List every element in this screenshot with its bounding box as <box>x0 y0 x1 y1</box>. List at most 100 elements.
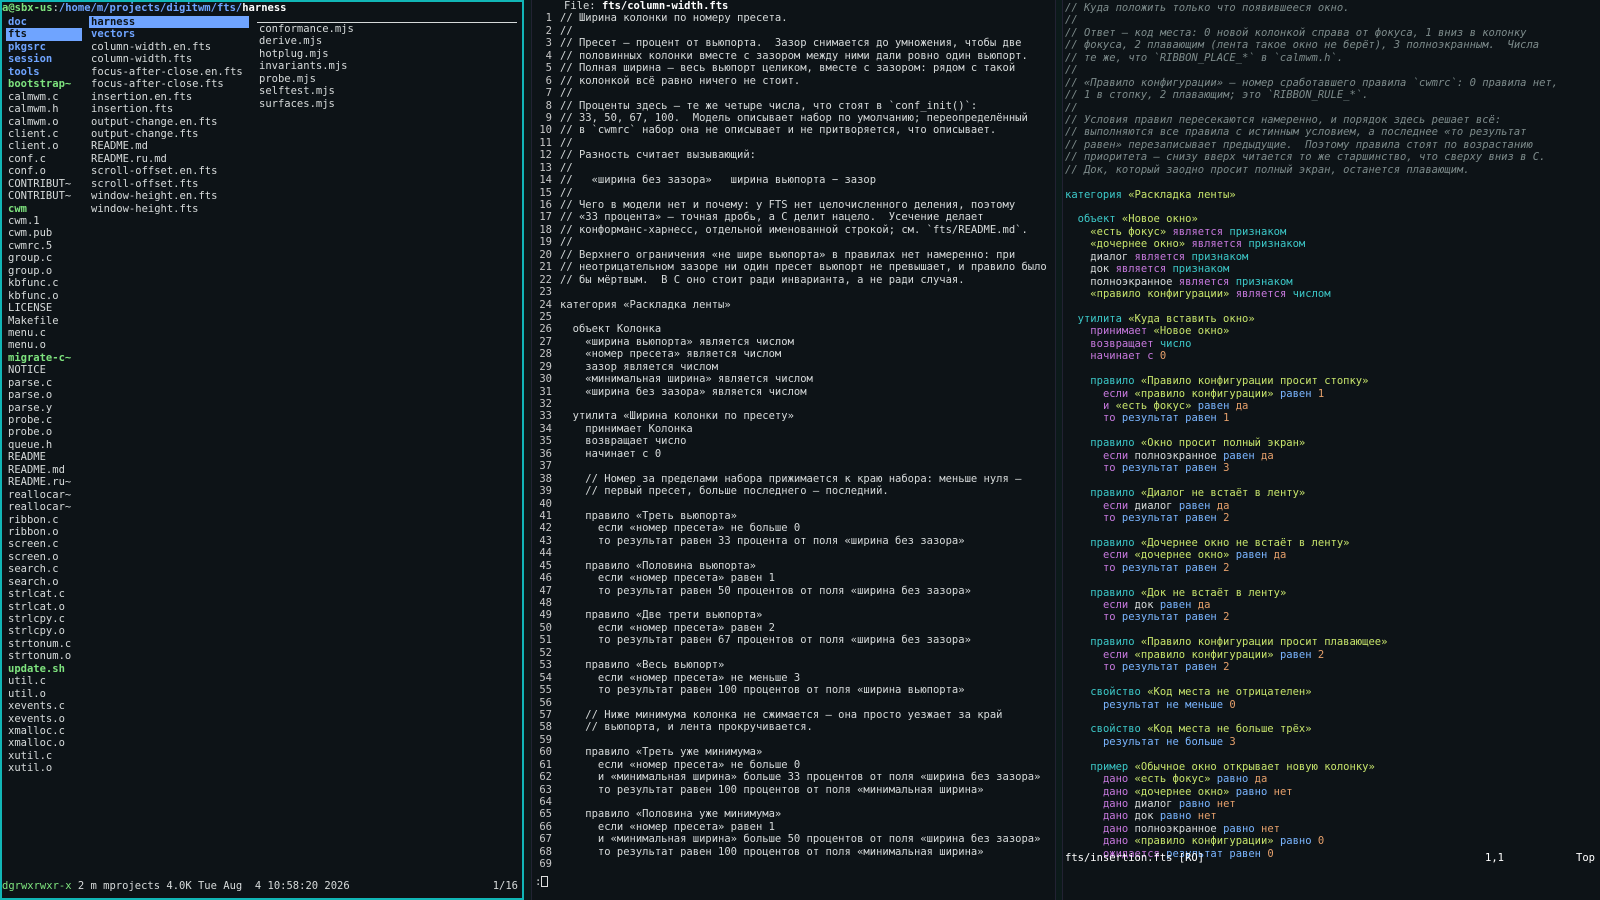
preview-dir-list[interactable]: conformance.mjs derive.mjs hotplug.mjs inva… <box>257 22 517 110</box>
file-entry[interactable]: focus-after-close.en.fts <box>89 66 249 78</box>
file-entry[interactable]: README.ru.md <box>89 153 249 165</box>
file-entry[interactable]: ribbon.o <box>6 526 82 538</box>
file-entry[interactable]: harness <box>89 16 249 29</box>
file-entry[interactable]: CONTRIBUT~ <box>6 178 82 190</box>
file-entry[interactable]: scroll-offset.fts <box>89 178 249 190</box>
file-entry[interactable]: menu.o <box>6 339 82 351</box>
file-entry[interactable]: calmwm.c <box>6 91 82 103</box>
file-entry[interactable]: column-width.fts <box>89 53 249 65</box>
file-entry[interactable]: CONTRIBUT~ <box>6 190 82 202</box>
file-entry[interactable]: README.md <box>89 140 249 152</box>
file-entry[interactable]: pkgsrc <box>6 41 82 53</box>
file-entry[interactable]: calmwm.o <box>6 116 82 128</box>
file-entry[interactable]: Makefile <box>6 315 82 327</box>
file-entry[interactable]: reallocar~ <box>6 489 82 501</box>
viewer-line: 20 // Верхнего ограничения «не шире вьюпо… <box>532 249 1047 261</box>
line-number: 1 <box>545 12 552 25</box>
file-entry[interactable]: cwm.pub <box>6 227 82 239</box>
file-entry[interactable]: column-width.en.fts <box>89 41 249 53</box>
file-entry[interactable]: strlcpy.o <box>6 625 82 637</box>
file-entry[interactable]: probe.c <box>6 414 82 426</box>
file-entry[interactable]: window-height.en.fts <box>89 190 249 202</box>
file-entry[interactable]: parse.c <box>6 377 82 389</box>
file-entry[interactable]: cwm.1 <box>6 215 82 227</box>
file-entry[interactable]: xutil.c <box>6 750 82 762</box>
token: то <box>1102 611 1122 624</box>
file-entry[interactable]: cwmrc.5 <box>6 240 82 252</box>
file-entry[interactable]: cwm <box>6 203 82 215</box>
file-entry[interactable]: screen.c <box>6 538 82 550</box>
file-entry[interactable]: queue.h <box>6 439 82 451</box>
file-entry[interactable]: hotplug.mjs <box>257 48 517 60</box>
file-entry[interactable]: surfaces.mjs <box>257 98 517 110</box>
file-entry[interactable]: strlcpy.c <box>6 613 82 625</box>
file-entry[interactable]: update.sh <box>6 663 82 675</box>
file-entry[interactable]: conf.o <box>6 165 82 177</box>
file-entry[interactable]: strtonum.c <box>6 638 82 650</box>
file-entry[interactable]: search.c <box>6 563 82 575</box>
file-entry[interactable]: NOTICE <box>6 364 82 376</box>
file-entry[interactable]: kbfunc.o <box>6 290 82 302</box>
file-entry[interactable]: xmalloc.o <box>6 737 82 749</box>
file-entry[interactable]: parse.o <box>6 389 82 401</box>
file-entry[interactable]: xevents.c <box>6 700 82 712</box>
file-entry[interactable]: reallocar~ <box>6 501 82 513</box>
file-entry[interactable]: util.c <box>6 675 82 687</box>
file-entry[interactable]: util.o <box>6 688 82 700</box>
file-entry[interactable]: parse.y <box>6 402 82 414</box>
file-entry[interactable]: bootstrap~ <box>6 78 82 90</box>
file-entry[interactable]: client.c <box>6 128 82 140</box>
file-entry[interactable]: focus-after-close.fts <box>89 78 249 90</box>
file-entry[interactable]: README.md <box>6 464 82 476</box>
file-entry[interactable]: selftest.mjs <box>257 85 517 97</box>
current-dir-list[interactable]: harness vectors column-width.en.fts column-… <box>89 16 249 215</box>
file-entry[interactable]: conformance.mjs <box>257 23 517 35</box>
file-entry[interactable]: group.o <box>6 265 82 277</box>
file-entry[interactable]: vectors <box>89 28 249 40</box>
file-entry[interactable]: client.o <box>6 140 82 152</box>
file-entry[interactable]: xmalloc.c <box>6 725 82 737</box>
file-entry[interactable]: strlcat.c <box>6 588 82 600</box>
file-entry[interactable]: derive.mjs <box>257 35 517 47</box>
file-entry[interactable]: migrate-c~ <box>6 352 82 364</box>
token: результат равен <box>1121 462 1224 475</box>
file-entry[interactable]: probe.mjs <box>257 73 517 85</box>
file-entry[interactable]: ribbon.c <box>6 514 82 526</box>
file-entry[interactable]: menu.c <box>6 327 82 339</box>
file-entry[interactable]: window-height.fts <box>89 203 249 215</box>
file-manager-pane[interactable]: a@sbx-us:/home/m/projects/digitwm/fts/ha… <box>0 0 524 900</box>
line-text: // Разность считает вызывающий: <box>560 149 756 162</box>
file-entry[interactable]: xutil.o <box>6 762 82 774</box>
editor-text[interactable]: // Куда положить только что появившееся … <box>1065 2 1558 860</box>
file-entry[interactable]: insertion.en.fts <box>89 91 249 103</box>
file-entry[interactable]: strlcat.o <box>6 601 82 613</box>
file-entry[interactable]: session <box>6 53 82 65</box>
file-entry[interactable]: strtonum.o <box>6 650 82 662</box>
viewer-text[interactable]: File: fts/column-width.fts 1 // Ширина ко… <box>532 0 1047 871</box>
editor-pane[interactable]: // Куда положить только что появившееся … <box>1062 0 1600 900</box>
file-entry[interactable]: screen.o <box>6 551 82 563</box>
file-entry[interactable]: doc <box>6 16 82 28</box>
file-entry[interactable]: invariants.mjs <box>257 60 517 72</box>
file-entry[interactable]: LICENSE <box>6 302 82 314</box>
file-entry[interactable]: xevents.o <box>6 713 82 725</box>
file-entry[interactable]: scroll-offset.en.fts <box>89 165 249 177</box>
file-entry[interactable]: calmwm.h <box>6 103 82 115</box>
editor-line: возвращает число <box>1065 338 1558 350</box>
command-line[interactable]: : <box>535 876 549 888</box>
file-entry[interactable]: group.c <box>6 252 82 264</box>
file-entry[interactable]: probe.o <box>6 426 82 438</box>
file-entry[interactable]: conf.c <box>6 153 82 165</box>
file-entry[interactable]: output-change.fts <box>89 128 249 140</box>
file-entry[interactable]: search.o <box>6 576 82 588</box>
line-number: 34 <box>539 422 552 435</box>
parent-dir-list[interactable]: doc fts pkgsrc session tools bootstrap~ calmwm… <box>6 16 82 775</box>
file-entry[interactable]: README <box>6 451 82 463</box>
file-viewer-pane[interactable]: File: fts/column-width.fts 1 // Ширина ко… <box>531 0 1056 900</box>
file-entry[interactable]: output-change.en.fts <box>89 116 249 128</box>
file-entry[interactable]: kbfunc.c <box>6 277 82 289</box>
file-entry[interactable]: insertion.fts <box>89 103 249 115</box>
file-entry[interactable]: tools <box>6 66 82 78</box>
file-entry[interactable]: fts <box>6 28 82 41</box>
file-entry[interactable]: README.ru~ <box>6 476 82 488</box>
